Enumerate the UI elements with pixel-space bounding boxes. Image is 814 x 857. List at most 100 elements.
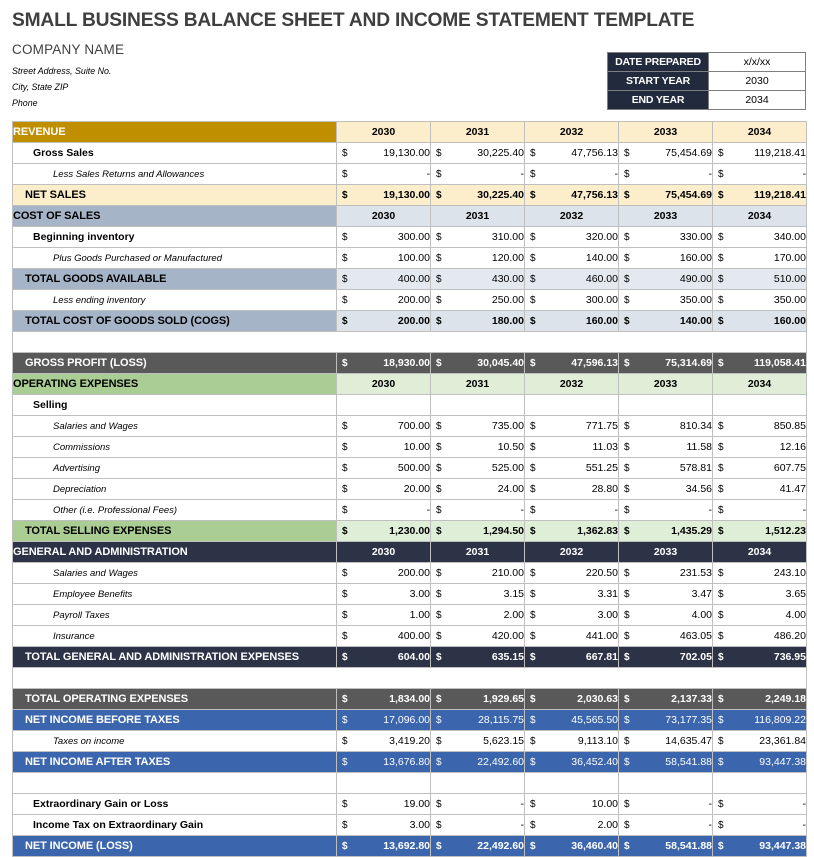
cell-selling-depreciation-2030[interactable]: $20.00 — [336, 478, 431, 500]
cell-plus-goods-purchased-2030[interactable]: $100.00 — [336, 247, 431, 269]
cell-gna-payroll-taxes-2034[interactable]: $4.00 — [712, 604, 807, 626]
cell-less-ending-inventory-2032[interactable]: $300.00 — [524, 289, 619, 311]
cell-total-gna-expenses-2033[interactable]: $702.05 — [618, 646, 713, 668]
cell-gna-insurance-2030[interactable]: $400.00 — [336, 625, 431, 647]
cell-selling-2032[interactable] — [524, 394, 619, 416]
cell-gna-insurance-2032[interactable]: $441.00 — [524, 625, 619, 647]
cell-net-income-loss-2033[interactable]: $58,541.88 — [618, 835, 713, 857]
cell-net-income-loss-2031[interactable]: $22,492.60 — [430, 835, 525, 857]
cell-selling-commissions-2034[interactable]: $12.16 — [712, 436, 807, 458]
cell-selling-advertising-2034[interactable]: $607.75 — [712, 457, 807, 479]
cell-income-tax-on-extraordinary-gain-2033[interactable]: $ - — [618, 814, 713, 836]
meta-value-1[interactable]: 2030 — [708, 71, 806, 91]
cell-selling-salaries-and-wages-2033[interactable]: $810.34 — [618, 415, 713, 437]
cell-selling-other-2033[interactable]: $ - — [618, 499, 713, 521]
cell-taxes-on-income-2034[interactable]: $23,361.84 — [712, 730, 807, 752]
cell-total-gna-expenses-2030[interactable]: $604.00 — [336, 646, 431, 668]
cell-gna-employee-benefits-2033[interactable]: $3.47 — [618, 583, 713, 605]
cell-gna-employee-benefits-2034[interactable]: $3.65 — [712, 583, 807, 605]
cell-income-tax-on-extraordinary-gain-2032[interactable]: $2.00 — [524, 814, 619, 836]
cell-plus-goods-purchased-2033[interactable]: $160.00 — [618, 247, 713, 269]
cell-selling-2033[interactable] — [618, 394, 713, 416]
cell-extraordinary-gain-or-loss-2031[interactable]: $ - — [430, 793, 525, 815]
cell-total-cogs-2032[interactable]: $160.00 — [524, 310, 619, 332]
cell-total-operating-expenses-2030[interactable]: $1,834.00 — [336, 688, 431, 710]
cell-gross-profit-2030[interactable]: $18,930.00 — [336, 352, 431, 374]
cell-total-cogs-2033[interactable]: $140.00 — [618, 310, 713, 332]
cell-extraordinary-gain-or-loss-2033[interactable]: $ - — [618, 793, 713, 815]
cell-selling-depreciation-2032[interactable]: $28.80 — [524, 478, 619, 500]
cell-selling-depreciation-2031[interactable]: $24.00 — [430, 478, 525, 500]
cell-net-income-before-taxes-2033[interactable]: $73,177.35 — [618, 709, 713, 731]
cell-extraordinary-gain-or-loss-2032[interactable]: $10.00 — [524, 793, 619, 815]
cell-gna-insurance-2033[interactable]: $463.05 — [618, 625, 713, 647]
cell-gross-sales-2031[interactable]: $30,225.40 — [430, 142, 525, 164]
cell-selling-other-2032[interactable]: $ - — [524, 499, 619, 521]
cell-total-cogs-2030[interactable]: $200.00 — [336, 310, 431, 332]
cell-net-income-before-taxes-2032[interactable]: $45,565.50 — [524, 709, 619, 731]
cell-selling-commissions-2031[interactable]: $10.50 — [430, 436, 525, 458]
cell-net-income-loss-2030[interactable]: $13,692.80 — [336, 835, 431, 857]
cell-selling-advertising-2032[interactable]: $551.25 — [524, 457, 619, 479]
cell-net-income-after-taxes-2033[interactable]: $58,541.88 — [618, 751, 713, 773]
cell-beginning-inventory-2031[interactable]: $310.00 — [430, 226, 525, 248]
cell-total-goods-available-2030[interactable]: $400.00 — [336, 268, 431, 290]
cell-less-sales-returns-2032[interactable]: $ - — [524, 163, 619, 185]
cell-selling-2031[interactable] — [430, 394, 525, 416]
cell-selling-salaries-and-wages-2034[interactable]: $850.85 — [712, 415, 807, 437]
cell-total-cogs-2034[interactable]: $160.00 — [712, 310, 807, 332]
cell-total-operating-expenses-2031[interactable]: $1,929.65 — [430, 688, 525, 710]
cell-selling-depreciation-2033[interactable]: $34.56 — [618, 478, 713, 500]
cell-less-ending-inventory-2034[interactable]: $350.00 — [712, 289, 807, 311]
cell-gna-salaries-and-wages-2033[interactable]: $231.53 — [618, 562, 713, 584]
cell-beginning-inventory-2034[interactable]: $340.00 — [712, 226, 807, 248]
cell-net-income-after-taxes-2031[interactable]: $22,492.60 — [430, 751, 525, 773]
cell-net-income-before-taxes-2030[interactable]: $17,096.00 — [336, 709, 431, 731]
cell-net-income-after-taxes-2030[interactable]: $13,676.80 — [336, 751, 431, 773]
cell-gna-payroll-taxes-2033[interactable]: $4.00 — [618, 604, 713, 626]
cell-income-tax-on-extraordinary-gain-2034[interactable]: $ - — [712, 814, 807, 836]
cell-less-ending-inventory-2033[interactable]: $350.00 — [618, 289, 713, 311]
cell-blank-row-1-2031[interactable] — [430, 772, 525, 794]
cell-total-goods-available-2033[interactable]: $490.00 — [618, 268, 713, 290]
cell-selling-salaries-and-wages-2032[interactable]: $771.75 — [524, 415, 619, 437]
cell-plus-goods-purchased-2031[interactable]: $120.00 — [430, 247, 525, 269]
cell-total-selling-expenses-2030[interactable]: $1,230.00 — [336, 520, 431, 542]
cell-gna-salaries-and-wages-2034[interactable]: $243.10 — [712, 562, 807, 584]
cell-selling-advertising-2030[interactable]: $500.00 — [336, 457, 431, 479]
cell-total-selling-expenses-2033[interactable]: $1,435.29 — [618, 520, 713, 542]
cell-taxes-on-income-2033[interactable]: $14,635.47 — [618, 730, 713, 752]
cell-taxes-on-income-2030[interactable]: $3,419.20 — [336, 730, 431, 752]
cell-total-operating-expenses-2033[interactable]: $2,137.33 — [618, 688, 713, 710]
cell-less-sales-returns-2030[interactable]: $ - — [336, 163, 431, 185]
cell-less-sales-returns-2034[interactable]: $ - — [712, 163, 807, 185]
cell-net-sales-2034[interactable]: $119,218.41 — [712, 184, 807, 206]
cell-total-cogs-2031[interactable]: $180.00 — [430, 310, 525, 332]
cell-gna-salaries-and-wages-2032[interactable]: $220.50 — [524, 562, 619, 584]
cell-plus-goods-purchased-2032[interactable]: $140.00 — [524, 247, 619, 269]
cell-gna-insurance-2034[interactable]: $486.20 — [712, 625, 807, 647]
cell-gross-profit-2034[interactable]: $119,058.41 — [712, 352, 807, 374]
cell-less-sales-returns-2033[interactable]: $ - — [618, 163, 713, 185]
cell-selling-other-2034[interactable]: $ - — [712, 499, 807, 521]
cell-selling-commissions-2033[interactable]: $11.58 — [618, 436, 713, 458]
cell-beginning-inventory-2032[interactable]: $320.00 — [524, 226, 619, 248]
cell-total-gna-expenses-2031[interactable]: $635.15 — [430, 646, 525, 668]
cell-gna-payroll-taxes-2031[interactable]: $2.00 — [430, 604, 525, 626]
cell-net-income-before-taxes-2034[interactable]: $116,809.22 — [712, 709, 807, 731]
cell-blank-row-1-2033[interactable] — [618, 772, 713, 794]
cell-selling-2034[interactable] — [712, 394, 807, 416]
cell-gross-profit-2032[interactable]: $47,596.13 — [524, 352, 619, 374]
cell-selling-salaries-and-wages-2031[interactable]: $735.00 — [430, 415, 525, 437]
cell-gna-employee-benefits-2032[interactable]: $3.31 — [524, 583, 619, 605]
cell-net-income-after-taxes-2032[interactable]: $36,452.40 — [524, 751, 619, 773]
cell-taxes-on-income-2031[interactable]: $5,623.15 — [430, 730, 525, 752]
cell-selling-salaries-and-wages-2030[interactable]: $700.00 — [336, 415, 431, 437]
cell-gna-insurance-2031[interactable]: $420.00 — [430, 625, 525, 647]
cell-total-operating-expenses-2032[interactable]: $2,030.63 — [524, 688, 619, 710]
cell-blank-row-1-2034[interactable] — [712, 772, 807, 794]
cell-net-income-before-taxes-2031[interactable]: $28,115.75 — [430, 709, 525, 731]
cell-less-sales-returns-2031[interactable]: $ - — [430, 163, 525, 185]
cell-taxes-on-income-2032[interactable]: $9,113.10 — [524, 730, 619, 752]
cell-income-tax-on-extraordinary-gain-2030[interactable]: $3.00 — [336, 814, 431, 836]
